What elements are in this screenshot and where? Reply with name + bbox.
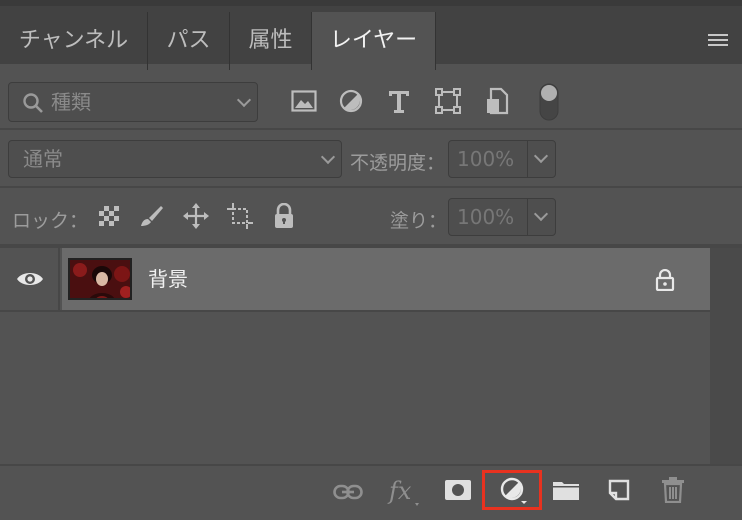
chevron-down-icon	[320, 149, 336, 165]
lock-artboard-icon[interactable]	[226, 202, 254, 230]
tab-layers[interactable]: レイヤー	[312, 12, 436, 70]
link-layers-icon[interactable]	[332, 478, 364, 506]
type-layer-filter-icon[interactable]	[386, 87, 412, 115]
filter-kind-placeholder: 種類	[51, 90, 91, 114]
smart-object-filter-icon[interactable]	[484, 86, 510, 116]
eye-icon[interactable]	[16, 268, 44, 290]
layers-panel: チャンネル パス 属性 レイヤー 種類 通常 不透明度： 100% ロック： 塗…	[0, 0, 742, 520]
add-mask-icon[interactable]	[444, 478, 472, 502]
tab-channels[interactable]: チャンネル	[0, 12, 148, 70]
lock-icon	[654, 268, 676, 292]
new-group-folder-icon[interactable]	[552, 478, 580, 502]
highlight-box	[482, 470, 542, 510]
layer-style-fx-icon[interactable]: fx	[386, 474, 422, 508]
divider	[0, 186, 742, 188]
chevron-down-icon[interactable]	[533, 148, 549, 164]
fill-value: 100%	[457, 205, 515, 229]
shape-layer-filter-icon[interactable]	[434, 87, 462, 115]
lock-image-pixels-icon[interactable]	[138, 203, 164, 229]
tab-bar: チャンネル パス 属性 レイヤー	[0, 0, 742, 70]
visibility-column[interactable]	[0, 248, 60, 310]
adjustment-layer-filter-icon[interactable]	[338, 88, 364, 114]
new-layer-icon[interactable]	[606, 476, 632, 504]
scrollbar[interactable]	[710, 248, 742, 464]
opacity-label: 不透明度：	[350, 152, 446, 174]
svg-text:fx: fx	[387, 477, 412, 505]
delete-layer-trash-icon[interactable]	[660, 474, 686, 506]
lock-all-icon[interactable]	[272, 202, 296, 230]
blend-mode-value: 通常	[23, 147, 63, 171]
blend-mode-select[interactable]: 通常	[8, 140, 342, 178]
divider	[0, 310, 710, 312]
lock-label: ロック：	[12, 210, 89, 232]
layers-list: 背景	[0, 248, 742, 464]
lock-transparent-pixels-icon[interactable]	[98, 205, 120, 227]
lock-position-icon[interactable]	[182, 202, 210, 230]
tab-properties[interactable]: 属性	[230, 12, 312, 70]
layer-name[interactable]: 背景	[148, 248, 188, 310]
layers-toolbar: fx	[0, 464, 742, 520]
panel-menu-icon[interactable]	[708, 34, 728, 48]
filter-kind-select[interactable]: 種類	[8, 82, 258, 122]
opacity-input[interactable]: 100%	[448, 140, 556, 178]
pixel-layer-filter-icon[interactable]	[290, 88, 318, 114]
filter-toggle-icon[interactable]	[538, 82, 560, 122]
divider	[0, 128, 742, 130]
layer-row[interactable]: 背景	[62, 248, 710, 310]
search-icon	[21, 91, 45, 115]
fill-input[interactable]: 100%	[448, 198, 556, 236]
chevron-down-icon	[236, 92, 252, 108]
chevron-down-icon[interactable]	[533, 206, 549, 222]
opacity-value: 100%	[457, 147, 515, 171]
fill-label: 塗り：	[390, 210, 448, 232]
tab-paths[interactable]: パス	[148, 12, 230, 70]
layer-thumbnail	[68, 258, 132, 300]
